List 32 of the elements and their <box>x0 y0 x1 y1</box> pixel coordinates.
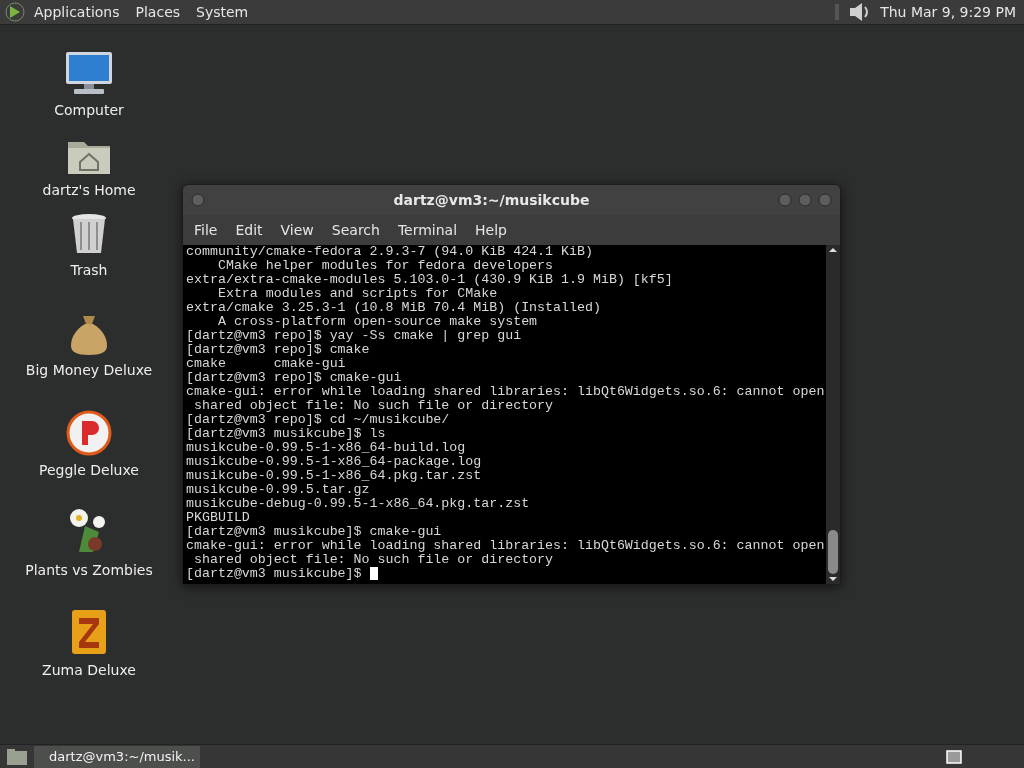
menu-item[interactable]: Help <box>466 219 516 241</box>
clock[interactable]: Thu Mar 9, 9:29 PM <box>880 1 1016 23</box>
window-title: dartz@vm3:~/musikcube <box>392 190 591 210</box>
terminal-output: community/cmake-fedora 2.9.3-7 (94.0 KiB 424.1 KiB) CMake helper modules for fedora developers extra/extra-cmake-modules 5.103.0-1 (430.9 KiB 1.9 MiB) [kf5] Extra modules and scripts for CMake extra/cmake 3.25.3-1 (10.8 MiB 70.4 MiB) (Installed) A cross-platform open-source make system [dartz@vm3 repo]$ yay -Ss cmake | grep gui [dartz@vm3 repo]$ cmake cmake cmake-gui [dartz@vm3 repo]$ cmake-gui cmake-gui: error while loading shared libraries: libQt6Widgets.so.6: cannot open shared object file: No such file or directory [dartz@vm3 repo]$ cd ~/musikcube/ [dartz@vm3 musikcube]$ ls musikcube-0.99.5-1-x86_64-build.log musikcube-0.99.5-1-x86_64-package.log musikcube-0.99.5-1-x86_64.pkg.tar.zst musikcube-0.99.5.tar.gz musikcube-debug-0.99.5-1-x86_64.pkg.tar.zst PKGBUILD [dartz@vm3 musikcube]$ cmake-gui cmake-gui: error while loading shared libraries: libQt6Widgets.so.6: cannot open shared object file: No such file or directory [dartz@vm3 musikcube]$ <box>185 245 826 583</box>
panel-menu[interactable]: Applications <box>34 1 120 23</box>
desktop-icon-label[interactable]: Computer <box>54 100 124 121</box>
desktop-icon-label[interactable]: dartz's Home <box>42 180 136 201</box>
scrollbar-thumb[interactable] <box>828 530 838 574</box>
panel-menu[interactable]: Places <box>135 1 181 23</box>
desktop-icon-label[interactable]: Zuma Deluxe <box>42 660 136 681</box>
zuma-idol-icon <box>69 608 109 656</box>
menu-item[interactable]: View <box>271 219 323 241</box>
desktop-icon-label[interactable]: Plants vs Zombies <box>25 560 153 581</box>
menu-item[interactable]: Edit <box>226 219 272 241</box>
desktop-icon-label[interactable]: Peggle Deluxe <box>39 460 139 481</box>
menu-item[interactable]: Search <box>322 219 389 241</box>
scroll-up-icon[interactable] <box>828 245 838 255</box>
show-desktop-icon[interactable] <box>6 747 28 766</box>
desktop-icon-label[interactable]: Big Money Deluxe <box>25 360 153 381</box>
peggle-ball-icon <box>66 410 112 456</box>
taskbar-button[interactable]: dartz@vm3:~/musik... <box>34 745 200 768</box>
menu-item[interactable]: Terminal <box>388 219 467 241</box>
panel-handle-icon <box>834 3 841 21</box>
computer-icon <box>64 50 114 96</box>
text-cursor <box>369 567 378 580</box>
desktop-icon-label[interactable]: Trash <box>70 260 108 281</box>
trash-icon <box>70 212 108 256</box>
logo-icon <box>4 2 26 22</box>
panel-menu[interactable]: System <box>196 1 249 23</box>
menu-item[interactable]: File <box>185 219 227 241</box>
scrollbar[interactable] <box>826 245 840 584</box>
workspace-icon[interactable] <box>946 749 962 764</box>
